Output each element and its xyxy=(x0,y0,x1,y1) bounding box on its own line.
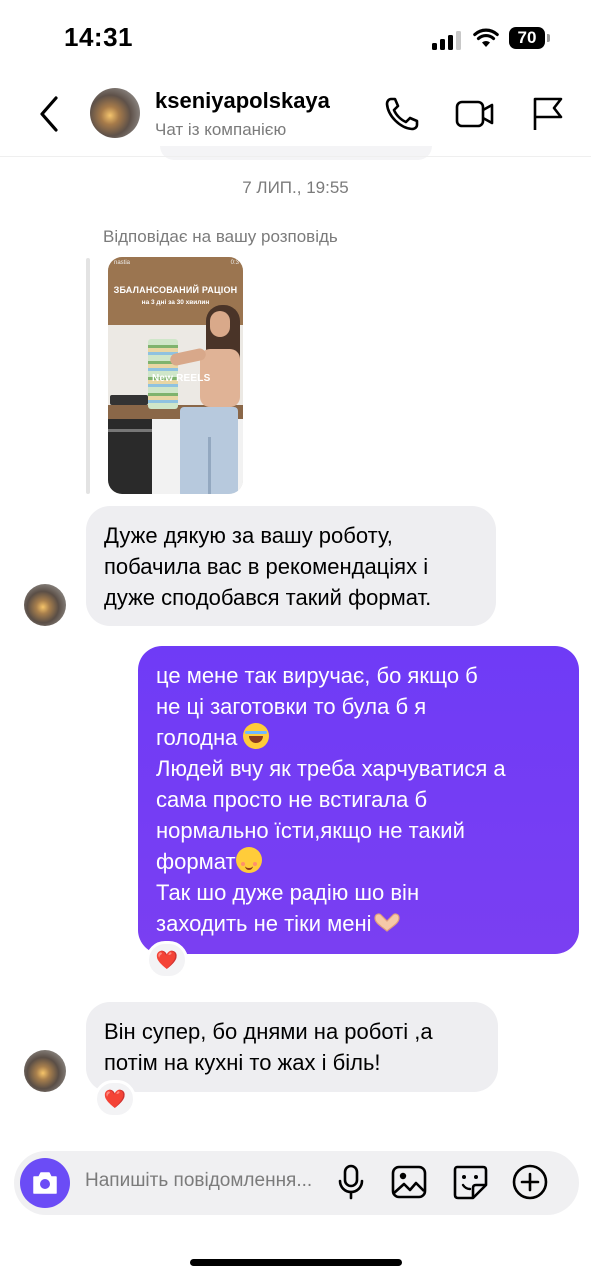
microphone-icon[interactable] xyxy=(332,1163,370,1201)
outgoing-message-bubble[interactable]: це мене так виручає, бо якщо б не ці заг… xyxy=(138,646,579,954)
camera-icon xyxy=(33,1172,57,1194)
message-line: Людей вчу як треба харчуватися а xyxy=(156,756,506,781)
message-timestamp: 7 ЛИП., 19:55 xyxy=(242,178,349,197)
message-line: побачила вас в рекомендаціях і xyxy=(104,554,429,579)
message-line: голодна xyxy=(156,725,238,750)
story-subtitle: на 3 дні за 30 хвилин xyxy=(141,299,210,306)
reply-indicator-bar xyxy=(86,258,90,494)
header-avatar[interactable] xyxy=(90,88,140,138)
sticker-icon[interactable] xyxy=(451,1163,489,1201)
message-line: не ці заготовки то була б я xyxy=(156,694,427,719)
battery-icon: 70 xyxy=(509,27,551,51)
header-divider xyxy=(0,156,591,157)
message-line: Він супер, бо днями на роботі ,а xyxy=(104,1019,433,1044)
back-chevron-icon[interactable] xyxy=(34,94,64,134)
message-line: сама просто не встигала б xyxy=(156,787,428,812)
gallery-icon[interactable] xyxy=(390,1163,428,1201)
heart-hands-emoji-icon xyxy=(373,913,400,932)
message-line: потім на кухні то жах і біль! xyxy=(104,1050,381,1075)
heart-reaction[interactable]: ❤️ xyxy=(94,1080,136,1118)
flag-icon[interactable] xyxy=(528,94,568,134)
video-camera-icon[interactable] xyxy=(455,94,495,134)
wifi-icon xyxy=(473,28,499,47)
plus-icon[interactable] xyxy=(511,1163,549,1201)
chat-username[interactable]: kseniyapolskaya xyxy=(155,88,330,114)
camera-button[interactable] xyxy=(20,1158,70,1208)
story-user: nastia xyxy=(114,260,131,266)
message-line: нормально їсти,якщо не такий xyxy=(156,818,465,843)
message-line: дуже сподобався такий формат. xyxy=(104,585,432,610)
sender-avatar[interactable] xyxy=(24,584,66,626)
story-thumbnail[interactable]: nastia 0:3 ЗБАЛАНСОВАНИЙ РАЦІОН на 3 дні… xyxy=(108,257,243,494)
chat-subtitle: Чат із компанією xyxy=(155,120,287,139)
story-time: 0:3 xyxy=(230,260,239,266)
cellular-signal-icon xyxy=(432,31,461,50)
message-line: Дуже дякую за вашу роботу, xyxy=(104,523,393,548)
incoming-message-bubble[interactable]: Дуже дякую за вашу роботу, побачила вас … xyxy=(86,506,496,626)
message-line: Так шо дуже радію шо він xyxy=(156,880,420,905)
sender-avatar[interactable] xyxy=(24,1050,66,1092)
heart-reaction[interactable]: ❤️ xyxy=(146,941,188,979)
story-title: ЗБАЛАНСОВАНИЙ РАЦІОН xyxy=(113,285,238,295)
laughing-emoji-icon xyxy=(243,723,270,749)
message-line: це мене так виручає, бо якщо б xyxy=(156,663,478,688)
battery-level: 70 xyxy=(509,27,545,49)
message-line: формат xyxy=(156,849,236,874)
story-reels-badge: New REELS xyxy=(152,373,211,384)
status-time: 14:31 xyxy=(64,22,133,52)
incoming-message-bubble[interactable]: Він супер, бо днями на роботі ,а потім н… xyxy=(86,1002,498,1092)
message-input[interactable]: Напишіть повідомлення... xyxy=(85,1170,312,1192)
message-line: заходить не тіки мені xyxy=(156,911,372,936)
home-indicator xyxy=(190,1259,402,1266)
smiling-emoji-icon xyxy=(235,847,262,873)
previous-message-edge xyxy=(160,146,432,160)
phone-icon[interactable] xyxy=(382,94,422,134)
story-reply-label: Відповідає на вашу розповідь xyxy=(103,227,338,246)
